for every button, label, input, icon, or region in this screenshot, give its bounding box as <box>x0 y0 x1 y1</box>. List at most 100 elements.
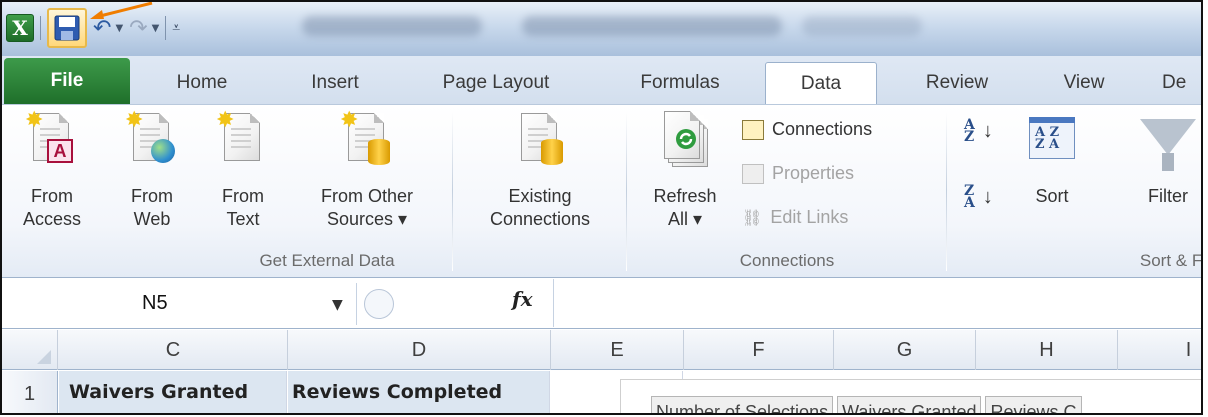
from-access-label-line1: From <box>31 186 73 206</box>
from-web-label-line2: Web <box>133 209 171 229</box>
filter-label: Filter <box>1148 186 1188 206</box>
filter-button[interactable]: Filter <box>1118 109 1201 208</box>
floppy-disk-icon <box>54 15 80 41</box>
sort-dialog-icon: A ZZ A <box>1027 109 1077 165</box>
save-button[interactable] <box>47 8 87 48</box>
name-box-value: N5 <box>142 292 168 314</box>
cell-c1[interactable]: Waivers Granted <box>59 371 287 413</box>
chart-tab[interactable]: Waivers Granted <box>837 396 982 413</box>
tab-page-layout[interactable]: Page Layout <box>416 62 576 104</box>
title-bar: X ↶ ▼ ↷ ▼ ⩡ <box>2 2 1201 56</box>
row-header-1[interactable]: 1 <box>2 371 58 413</box>
tab-developer[interactable]: De <box>1162 62 1201 104</box>
existing-connections-label-line2: Connections <box>489 209 591 229</box>
formula-bar: N5 ▼ fx <box>2 279 1201 329</box>
tab-formulas[interactable]: Formulas <box>610 62 750 104</box>
column-header-g[interactable]: G <box>834 330 976 370</box>
group-label-sort-filter: Sort & Fi <box>1139 251 1203 270</box>
refresh-all-label-line1: Refresh <box>653 186 717 206</box>
sort-a-to-z-icon: AZ <box>964 117 975 145</box>
group-separator <box>452 111 453 271</box>
filter-icon <box>1140 109 1196 171</box>
from-other-sources-label-line1: From Other <box>320 186 413 206</box>
group-label-connections: Connections <box>739 251 835 270</box>
embedded-chart[interactable]: Number of Selections Waivers Granted Rev… <box>620 379 1201 413</box>
tab-home[interactable]: Home <box>152 62 252 104</box>
from-web-button[interactable]: ✸ From Web <box>116 109 188 231</box>
properties-icon <box>742 163 764 184</box>
column-header-e[interactable]: E <box>551 330 684 370</box>
blurred-title <box>802 16 922 36</box>
sort-a-to-z-button[interactable]: A Z ↓ <box>964 117 993 145</box>
from-text-label-line1: From <box>222 186 264 206</box>
from-text-label-line2: Text <box>226 209 260 229</box>
existing-connections-icon <box>513 109 567 179</box>
group-separator <box>946 111 947 271</box>
ribbon: ✸ A From Access ✸ From Web ✸ From Text ✸… <box>2 104 1201 278</box>
column-header-c[interactable]: C <box>59 330 288 370</box>
name-box[interactable]: N5 ▼ <box>2 283 357 325</box>
from-web-label-line1: From <box>131 186 173 206</box>
group-separator <box>626 111 627 271</box>
excel-logo-icon[interactable]: X <box>6 14 34 42</box>
formula-bar-resize-icon[interactable] <box>364 289 394 319</box>
table-row: 1 Waivers Granted Reviews Completed Numb… <box>2 371 1201 413</box>
name-box-dropdown-icon[interactable]: ▼ <box>332 297 343 313</box>
connections-label: Connections <box>772 119 873 139</box>
column-header-d[interactable]: D <box>288 330 551 370</box>
connections-icon <box>742 119 764 140</box>
existing-connections-button[interactable]: Existing Connections <box>460 109 620 231</box>
undo-dropdown-icon[interactable]: ▼ <box>115 23 123 34</box>
from-access-icon: ✸ A <box>25 109 79 179</box>
ribbon-tab-row: File Home Insert Page Layout Formulas Da… <box>2 56 1201 104</box>
cell-d1[interactable]: Reviews Completed <box>288 371 550 413</box>
from-other-sources-button[interactable]: ✸ From Other Sources ▾ <box>292 109 442 231</box>
from-web-icon: ✸ <box>125 109 179 179</box>
chart-tab[interactable]: Reviews C <box>985 396 1082 413</box>
tab-insert[interactable]: Insert <box>280 62 390 104</box>
qat-separator <box>165 16 167 40</box>
column-header-f[interactable]: F <box>684 330 834 370</box>
from-text-button[interactable]: ✸ From Text <box>210 109 276 231</box>
excel-window: X ↶ ▼ ↷ ▼ ⩡ File Home Insert Page Layout… <box>0 0 1203 415</box>
chart-tab[interactable]: Number of Selections <box>651 396 834 413</box>
from-access-button[interactable]: ✸ A From Access <box>16 109 88 231</box>
refresh-icon <box>676 129 696 149</box>
from-other-sources-icon: ✸ <box>340 109 394 179</box>
tab-view[interactable]: View <box>1034 62 1134 104</box>
column-header-i[interactable]: I <box>1118 330 1201 370</box>
tab-review[interactable]: Review <box>902 62 1012 104</box>
edit-links-label: Edit Links <box>770 207 849 227</box>
redo-dropdown-icon[interactable]: ▼ <box>152 23 160 34</box>
column-header-row: C D E F G H I <box>2 330 1201 370</box>
group-label-get-external-data: Get External Data <box>259 251 395 270</box>
tab-data[interactable]: Data <box>765 62 877 104</box>
annotation-arrow-icon <box>90 2 153 19</box>
refresh-all-button[interactable]: Refresh All ▾ <box>638 109 732 231</box>
connections-button[interactable]: Connections <box>742 119 872 140</box>
insert-function-button[interactable]: fx <box>512 287 533 311</box>
blurred-title <box>302 16 482 36</box>
select-all-corner[interactable] <box>2 330 58 370</box>
properties-button[interactable]: Properties <box>742 163 854 184</box>
sort-label: Sort <box>1035 186 1069 206</box>
from-text-icon: ✸ <box>216 109 270 179</box>
sort-z-to-a-icon: ZA <box>964 183 975 211</box>
sort-button[interactable]: A ZZ A Sort <box>1016 109 1088 208</box>
column-header-h[interactable]: H <box>976 330 1118 370</box>
from-access-label-line2: Access <box>22 209 82 229</box>
refresh-all-label-line2: All ▾ <box>667 209 703 229</box>
formula-input[interactable] <box>553 279 1201 327</box>
edit-links-button[interactable]: ⛓ Edit Links <box>742 207 848 228</box>
tab-file[interactable]: File <box>4 58 130 104</box>
sort-z-to-a-button[interactable]: Z A ↓ <box>964 183 993 211</box>
qat-separator <box>40 16 41 40</box>
existing-connections-label-line1: Existing <box>508 186 572 206</box>
refresh-all-icon <box>658 109 712 179</box>
customize-qat-button[interactable]: ⩡ <box>172 20 180 36</box>
edit-links-icon: ⛓ <box>742 209 763 227</box>
properties-label: Properties <box>772 163 855 183</box>
from-other-sources-label-line2: Sources ▾ <box>326 209 408 229</box>
blurred-title <box>522 16 782 36</box>
customize-qat-icon: ⩡ <box>172 20 181 36</box>
